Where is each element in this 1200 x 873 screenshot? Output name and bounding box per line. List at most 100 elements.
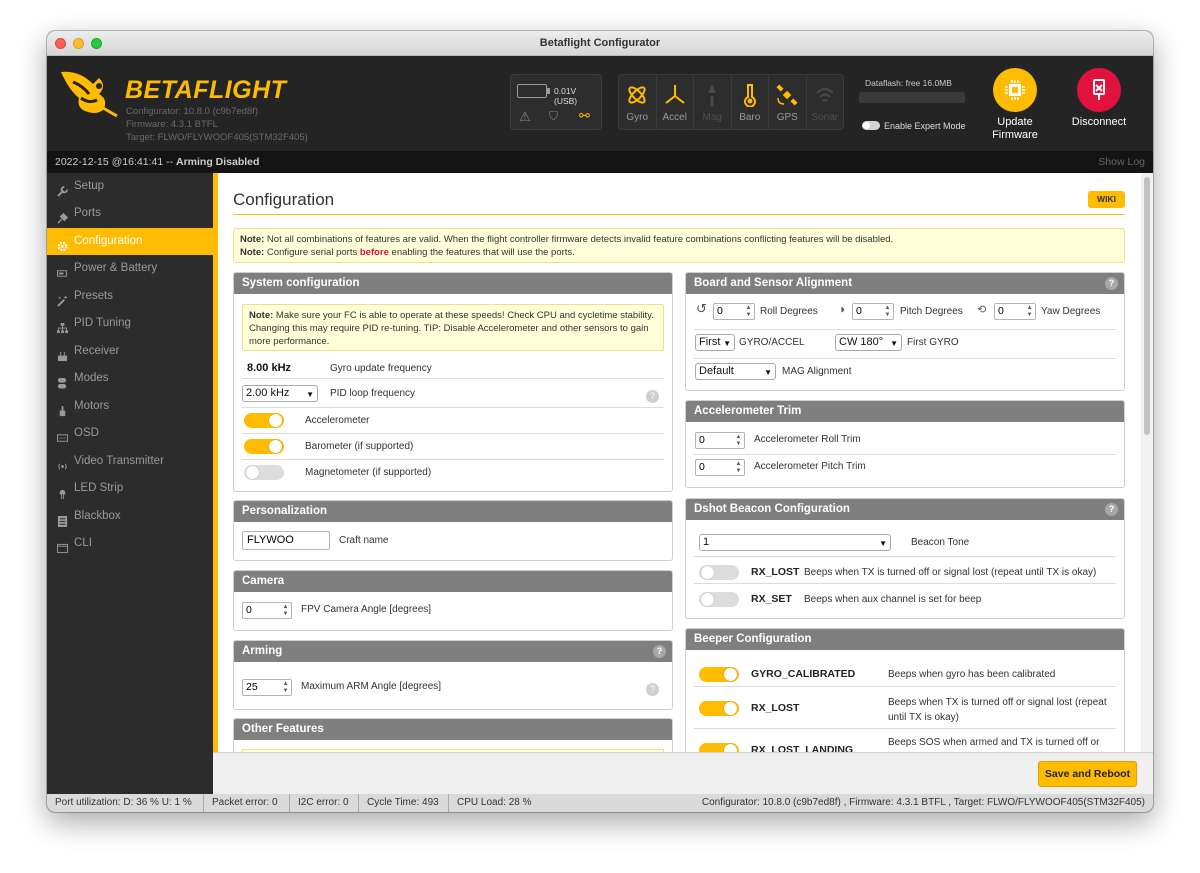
- divider: [242, 433, 664, 434]
- help-icon[interactable]: ?: [653, 645, 666, 658]
- spinner-arrows-icon[interactable]: ▲ ▼: [1025, 305, 1034, 318]
- beacon-tone-value: 1: [703, 536, 710, 548]
- sidebar-item-cli[interactable]: CLI: [47, 530, 213, 557]
- beeper-rx-lost-landing-toggle[interactable]: [699, 743, 739, 752]
- sidebar-item-blackbox[interactable]: Blackbox: [47, 503, 213, 530]
- sidebar-item-label: Receiver: [74, 345, 120, 357]
- feature-note-box: Note: Not all combinations of features a…: [233, 228, 1125, 263]
- magnetometer-toggle[interactable]: [244, 465, 284, 480]
- gyro-frequency-label: Gyro update frequency: [330, 363, 432, 374]
- disconnect-button[interactable]: Disconnect: [1060, 68, 1138, 128]
- target-info: Target: FLWO/FLYWOOF405(STM32F405): [126, 132, 308, 143]
- content-scrollbar[interactable]: [1141, 173, 1153, 752]
- max-arm-angle-value: 25: [246, 681, 258, 693]
- sidebar-item-pid-tuning[interactable]: PID Tuning: [47, 310, 213, 337]
- panel-header: System configuration: [234, 273, 672, 294]
- panel-title: Arming: [242, 645, 283, 657]
- dshot-rx-set-toggle[interactable]: [699, 592, 739, 607]
- configuration-tab: Configuration WIKI Note: Not all combina…: [213, 173, 1153, 752]
- sidebar-item-label: LED Strip: [74, 482, 124, 494]
- sidebar-item-configuration[interactable]: Configuration: [47, 228, 213, 255]
- panel-title: Board and Sensor Alignment: [694, 277, 853, 289]
- pid-loop-select[interactable]: 2.00 kHz ▼: [242, 385, 318, 402]
- note-emphasis: before: [359, 247, 389, 258]
- acc-pitch-trim-label: Accelerometer Pitch Trim: [754, 461, 866, 472]
- help-icon[interactable]: ?: [646, 683, 659, 696]
- divider: [694, 583, 1116, 584]
- sensor-accel: Accel: [657, 75, 694, 129]
- version-info: Configurator: 10.8.0 (c9b7ed8f) , Firmwa…: [701, 797, 1145, 808]
- motor-icon: [57, 401, 68, 417]
- beeper-gyro-calibrated-name: GYRO_CALIBRATED: [751, 668, 856, 680]
- sidebar-item-label: Modes: [74, 372, 109, 384]
- spinner-arrows-icon[interactable]: ▲ ▼: [281, 604, 290, 617]
- sidebar-item-motors[interactable]: Motors: [47, 393, 213, 420]
- panel-header: Accelerometer Trim: [686, 401, 1124, 422]
- beeper-rx-lost-toggle[interactable]: [699, 701, 739, 716]
- roll-degrees-input[interactable]: 0 ▲ ▼: [713, 303, 755, 320]
- mag-alignment-select[interactable]: Default ▼: [695, 363, 776, 380]
- expert-mode-toggle[interactable]: [862, 121, 880, 130]
- dshot-rx-lost-toggle[interactable]: [699, 565, 739, 580]
- save-and-reboot-button[interactable]: Save and Reboot: [1038, 761, 1137, 787]
- sidebar-item-ports[interactable]: Ports: [47, 200, 213, 227]
- gyro-accel-select[interactable]: First ▼: [695, 334, 735, 351]
- beeper-gyro-calibrated-toggle[interactable]: [699, 667, 739, 682]
- sidebar-item-osd[interactable]: OSD: [47, 420, 213, 447]
- show-log-link[interactable]: Show Log: [1098, 151, 1145, 173]
- first-gyro-label: First GYRO: [907, 337, 959, 348]
- minimize-window-button[interactable]: [73, 38, 84, 49]
- wiki-button[interactable]: WIKI: [1088, 191, 1125, 208]
- divider: [694, 728, 1116, 729]
- help-icon[interactable]: ?: [646, 390, 659, 403]
- sidebar-item-presets[interactable]: Presets: [47, 283, 213, 310]
- sidebar-item-power-battery[interactable]: Power & Battery: [47, 255, 213, 282]
- sensor-sonar-label: Sonar: [811, 112, 839, 123]
- beacon-tone-select[interactable]: 1 ▼: [699, 534, 891, 551]
- craft-name-input[interactable]: FLYWOO: [242, 531, 330, 550]
- help-icon[interactable]: ?: [1105, 277, 1118, 290]
- camera-angle-input[interactable]: 0 ▲ ▼: [242, 602, 292, 619]
- accelerometer-toggle[interactable]: [244, 413, 284, 428]
- acc-roll-trim-input[interactable]: 0 ▲ ▼: [695, 432, 745, 449]
- barometer-toggle[interactable]: [244, 439, 284, 454]
- acc-pitch-trim-input[interactable]: 0 ▲ ▼: [695, 459, 745, 476]
- sidebar-item-modes[interactable]: Modes: [47, 365, 213, 392]
- divider: [694, 454, 1116, 455]
- close-window-button[interactable]: [55, 38, 66, 49]
- divider: [242, 378, 664, 379]
- pitch-degrees-input[interactable]: 0 ▲ ▼: [852, 303, 894, 320]
- update-firmware-button[interactable]: Update Firmware: [976, 68, 1054, 142]
- sidebar-item-receiver[interactable]: Receiver: [47, 338, 213, 365]
- spinner-arrows-icon[interactable]: ▲ ▼: [734, 434, 743, 447]
- sidebar-item-setup[interactable]: Setup: [47, 173, 213, 200]
- camera-angle-value: 0: [246, 604, 252, 616]
- first-gyro-alignment-select[interactable]: CW 180° ▼: [835, 334, 902, 351]
- sidebar-item-led-strip[interactable]: LED Strip: [47, 475, 213, 502]
- scrollbar-thumb[interactable]: [1144, 177, 1150, 435]
- title-underline: [233, 214, 1125, 215]
- pitch-degrees-label: Pitch Degrees: [900, 306, 963, 317]
- max-arm-angle-input[interactable]: 25 ▲ ▼: [242, 679, 292, 696]
- panel-title: System configuration: [242, 277, 360, 289]
- sidebar-item-video-transmitter[interactable]: Video Transmitter: [47, 448, 213, 475]
- craft-name-label: Craft name: [339, 535, 389, 546]
- spinner-arrows-icon[interactable]: ▲ ▼: [883, 305, 892, 318]
- broadcast-icon: [57, 456, 68, 470]
- beeper-config-panel: Beeper Configuration GYRO_CALIBRATED Bee…: [685, 628, 1125, 752]
- personalization-panel: Personalization FLYWOO Craft name: [233, 500, 673, 561]
- divider: [448, 794, 449, 812]
- barometer-label: Barometer (if supported): [305, 441, 414, 452]
- divider: [358, 794, 359, 812]
- roll-degrees-label: Roll Degrees: [760, 306, 818, 317]
- chevron-down-icon: ▼: [879, 539, 887, 548]
- zoom-window-button[interactable]: [91, 38, 102, 49]
- yaw-degrees-input[interactable]: 0 ▲ ▼: [994, 303, 1036, 320]
- mag-alignment-value: Default: [699, 365, 734, 377]
- spinner-arrows-icon[interactable]: ▲ ▼: [734, 461, 743, 474]
- help-icon[interactable]: ?: [1105, 503, 1118, 516]
- spinner-arrows-icon[interactable]: ▲ ▼: [744, 305, 753, 318]
- system-config-panel: System configuration Note: Make sure you…: [233, 272, 673, 492]
- log-status-bar: 2022-12-15 @16:41:41 -- Arming Disabled …: [47, 151, 1153, 173]
- spinner-arrows-icon[interactable]: ▲ ▼: [281, 681, 290, 694]
